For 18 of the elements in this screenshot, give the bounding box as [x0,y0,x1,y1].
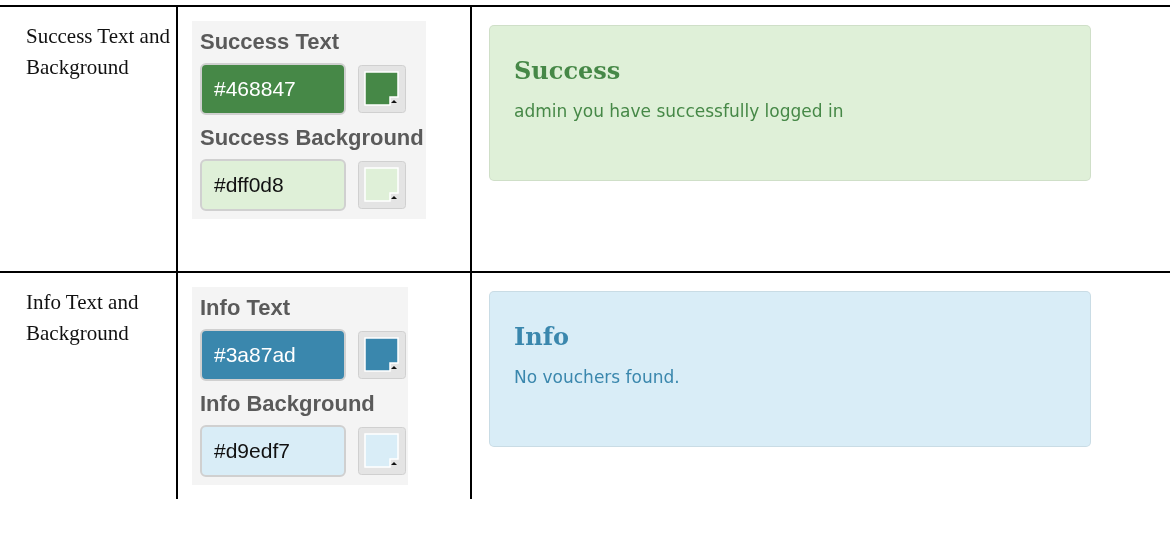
color-input-field[interactable]: #468847 [200,63,346,115]
field-label: Info Text [200,295,292,321]
color-input-field[interactable]: #3a87ad [200,329,346,381]
alert-message: admin you have successfully logged in [514,101,845,121]
row-label: Success Text and Background [26,23,171,81]
field-label: Info Background [200,391,376,417]
field-label: Success Text [200,29,340,55]
alert-title: Info [514,322,570,351]
color-picker-button[interactable] [358,161,406,209]
row-label: Info Text and Background [26,289,140,347]
color-picker-button[interactable] [358,427,406,475]
color-picker-button[interactable] [358,65,406,113]
color-picker-button[interactable] [358,331,406,379]
alert-title: Success [514,56,622,85]
alert-message: No vouchers found. [514,367,681,387]
field-label: Success Background [200,125,424,151]
color-input-field[interactable]: #d9edf7 [200,425,346,477]
color-input-field[interactable]: #dff0d8 [200,159,346,211]
